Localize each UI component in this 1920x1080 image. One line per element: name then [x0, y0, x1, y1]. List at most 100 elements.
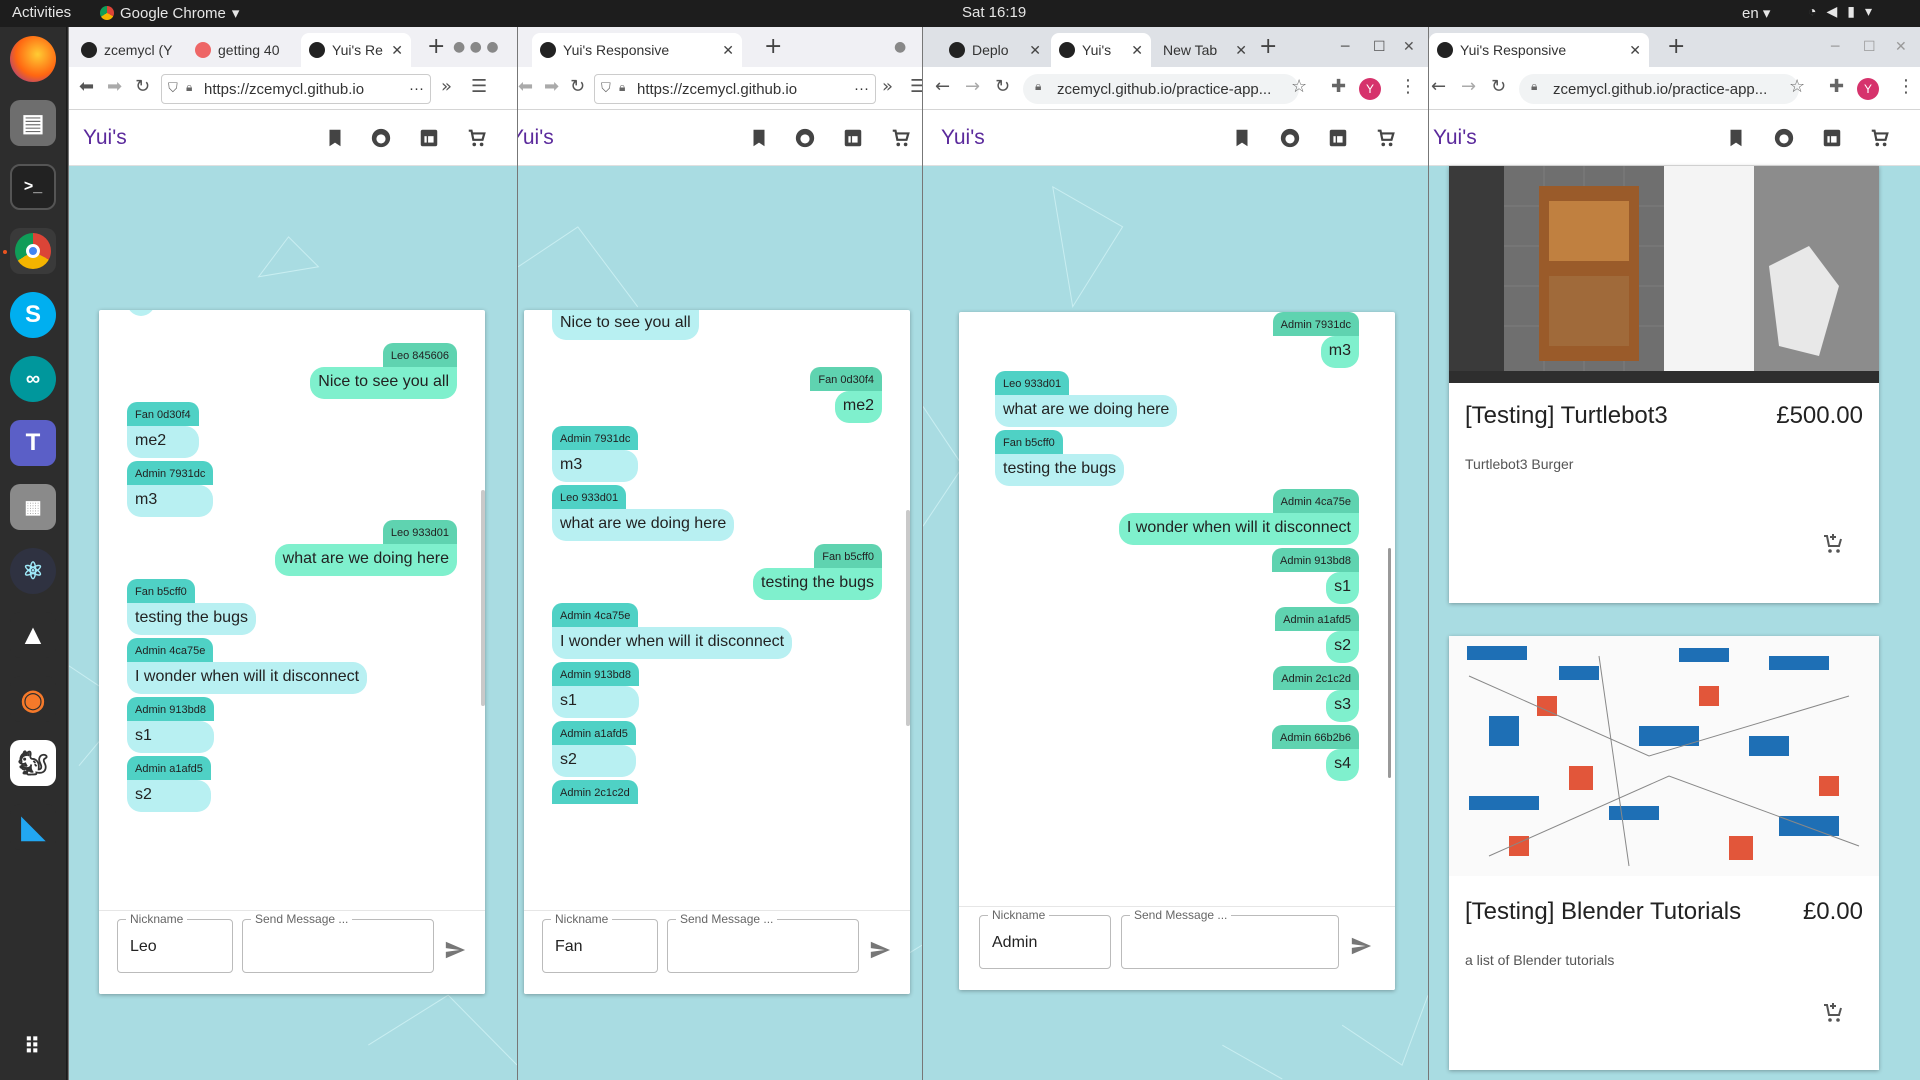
extensions-icon[interactable]: ✚ — [1829, 76, 1844, 97]
cart-icon[interactable] — [1869, 127, 1891, 149]
forward-icon[interactable]: ➡ — [544, 76, 559, 97]
profile-avatar[interactable]: Y — [1359, 78, 1381, 100]
product-card[interactable]: [Testing] Blender Tutorials £0.00 a list… — [1449, 636, 1879, 1070]
kebab-menu-icon[interactable]: ⋮ — [1399, 76, 1417, 97]
profile-avatar[interactable]: Y — [1857, 78, 1879, 100]
maximize-icon[interactable]: ☐ — [1373, 39, 1386, 55]
close-icon[interactable]: ✕ — [716, 42, 734, 59]
blender-icon[interactable]: ◉ — [10, 676, 56, 722]
bookmark-icon[interactable] — [1725, 127, 1747, 149]
nickname-field[interactable]: Nickname Admin — [979, 908, 1111, 969]
message-field[interactable]: Send Message ... — [1121, 908, 1339, 969]
brand-logo[interactable]: Yui's — [518, 126, 554, 150]
new-tab-button[interactable]: + — [1667, 34, 1685, 59]
message-list[interactable]: Admin 7931dc m3 Leo 933d01 what are we doin… — [959, 312, 1395, 906]
url-bar[interactable]: 🔒︎ zcemycl.github.io/practice-app... — [1023, 74, 1299, 104]
system-tray[interactable]: ◔ ◀ ▮ ▾ — [1808, 3, 1872, 20]
cart-icon[interactable] — [890, 127, 912, 149]
menu-icon[interactable]: ☰ — [910, 76, 922, 97]
url-bar[interactable]: ⛉ 🔒︎ https://zcemycl.github.io ··· — [594, 74, 876, 104]
back-icon[interactable]: ⬅ — [79, 76, 94, 97]
add-to-cart-icon[interactable] — [1821, 1000, 1845, 1024]
scrollbar[interactable] — [906, 510, 910, 726]
overflow-icon[interactable]: » — [882, 76, 893, 97]
github-icon[interactable] — [1773, 127, 1795, 149]
cart-icon[interactable] — [1375, 127, 1397, 149]
message-field[interactable]: Send Message ... — [242, 912, 434, 973]
arduino-icon[interactable]: ∞ — [10, 356, 56, 402]
more-icon[interactable]: ··· — [854, 80, 869, 97]
github-icon[interactable] — [370, 127, 392, 149]
scrollbar[interactable] — [481, 490, 485, 706]
app-menu[interactable]: Google Chrome ▾ — [100, 4, 239, 22]
window-close-icon[interactable]: ✕ — [1895, 39, 1907, 55]
message-field[interactable]: Send Message ... — [667, 912, 859, 973]
linkedin-icon[interactable] — [1327, 127, 1349, 149]
files-icon[interactable]: ▤ — [10, 100, 56, 146]
vscode-icon[interactable]: ◣ — [10, 804, 56, 850]
url-bar[interactable]: 🔒︎ zcemycl.github.io/practice-app... — [1519, 74, 1799, 104]
close-icon[interactable]: ✕ — [385, 42, 403, 59]
forward-icon[interactable]: → — [965, 76, 980, 97]
tab-new[interactable]: New Tab ✕ — [1155, 33, 1255, 67]
star-icon[interactable]: ☆ — [1291, 76, 1307, 97]
new-tab-button[interactable]: + — [764, 34, 782, 59]
product-title[interactable]: [Testing] Blender Tutorials — [1465, 898, 1741, 926]
tab-yuis[interactable]: Yui's Responsive ✕ — [1429, 33, 1649, 67]
message-list[interactable]: hi Leo 845606Nice to see you all Fan 0d30f… — [99, 310, 485, 910]
product-title[interactable]: [Testing] Turtlebot3 — [1465, 402, 1668, 430]
clock[interactable]: Sat 16:19 — [962, 4, 1026, 21]
bookmark-icon[interactable] — [748, 127, 770, 149]
brand-logo[interactable]: Yui's — [941, 126, 985, 150]
overflow-icon[interactable]: » — [441, 76, 452, 97]
smartgit-icon[interactable]: 🐿 — [10, 740, 56, 786]
forward-icon[interactable]: ➡ — [107, 76, 122, 97]
input-language[interactable]: en ▾ — [1742, 4, 1770, 22]
linkedin-icon[interactable] — [842, 127, 864, 149]
tab-yuis[interactable]: Yui's Re ✕ — [301, 33, 411, 67]
add-to-cart-icon[interactable] — [1821, 531, 1845, 555]
skype-icon[interactable]: S — [10, 292, 56, 338]
message-list[interactable]: Nice to see you all Fan 0d30f4 me2 Admin 79… — [524, 310, 910, 910]
tab-yuis[interactable]: Yui's ✕ — [1051, 33, 1151, 67]
linkedin-icon[interactable] — [418, 127, 440, 149]
reload-icon[interactable]: ↻ — [135, 76, 150, 97]
window-close-icon[interactable]: ✕ — [1403, 39, 1415, 55]
new-tab-button[interactable]: + — [427, 34, 445, 59]
window-controls[interactable]: ● — [894, 39, 906, 55]
close-icon[interactable]: ✕ — [1229, 42, 1247, 59]
close-icon[interactable]: ✕ — [1125, 42, 1143, 59]
inkscape-icon[interactable]: ▲ — [10, 612, 56, 658]
url-bar[interactable]: ⛉ 🔒︎ https://zcemycl.github.io ··· — [161, 74, 431, 104]
tab-yuis[interactable]: Yui's Responsive ✕ — [532, 33, 742, 67]
minimize-icon[interactable]: ─ — [1831, 39, 1839, 55]
brand-logo[interactable]: Yui's — [83, 126, 127, 150]
send-icon[interactable] — [443, 939, 467, 961]
send-icon[interactable] — [1349, 935, 1373, 957]
activities-button[interactable]: Activities — [12, 4, 71, 21]
back-icon[interactable]: ← — [1431, 76, 1446, 97]
bookmark-icon[interactable] — [324, 127, 346, 149]
reload-icon[interactable]: ↻ — [570, 76, 585, 97]
tab-getting[interactable]: getting 40 — [187, 33, 297, 67]
forward-icon[interactable]: → — [1461, 76, 1476, 97]
close-icon[interactable]: ✕ — [1623, 42, 1641, 59]
window-controls[interactable]: ● ● ● — [453, 39, 499, 55]
teams-icon[interactable]: T — [10, 420, 56, 466]
close-icon[interactable]: ✕ — [1023, 42, 1041, 59]
github-icon[interactable] — [794, 127, 816, 149]
kebab-menu-icon[interactable]: ⋮ — [1897, 76, 1915, 97]
nickname-field[interactable]: Nickname Leo — [117, 912, 233, 973]
scrollbar[interactable] — [1388, 548, 1391, 778]
terminal-icon[interactable]: >_ — [10, 164, 56, 210]
brand-logo[interactable]: Yui's — [1433, 126, 1477, 150]
back-icon[interactable]: ⬅ — [518, 76, 533, 97]
back-icon[interactable]: ← — [935, 76, 950, 97]
menu-icon[interactable]: ☰ — [471, 76, 487, 97]
maximize-icon[interactable]: ☐ — [1863, 39, 1876, 55]
minimize-icon[interactable]: ─ — [1341, 39, 1349, 55]
tab-deploy[interactable]: Deplo ✕ — [941, 33, 1049, 67]
reload-icon[interactable]: ↻ — [995, 76, 1010, 97]
app-grid-icon[interactable]: ⠿ — [10, 1024, 56, 1070]
cart-icon[interactable] — [466, 127, 488, 149]
